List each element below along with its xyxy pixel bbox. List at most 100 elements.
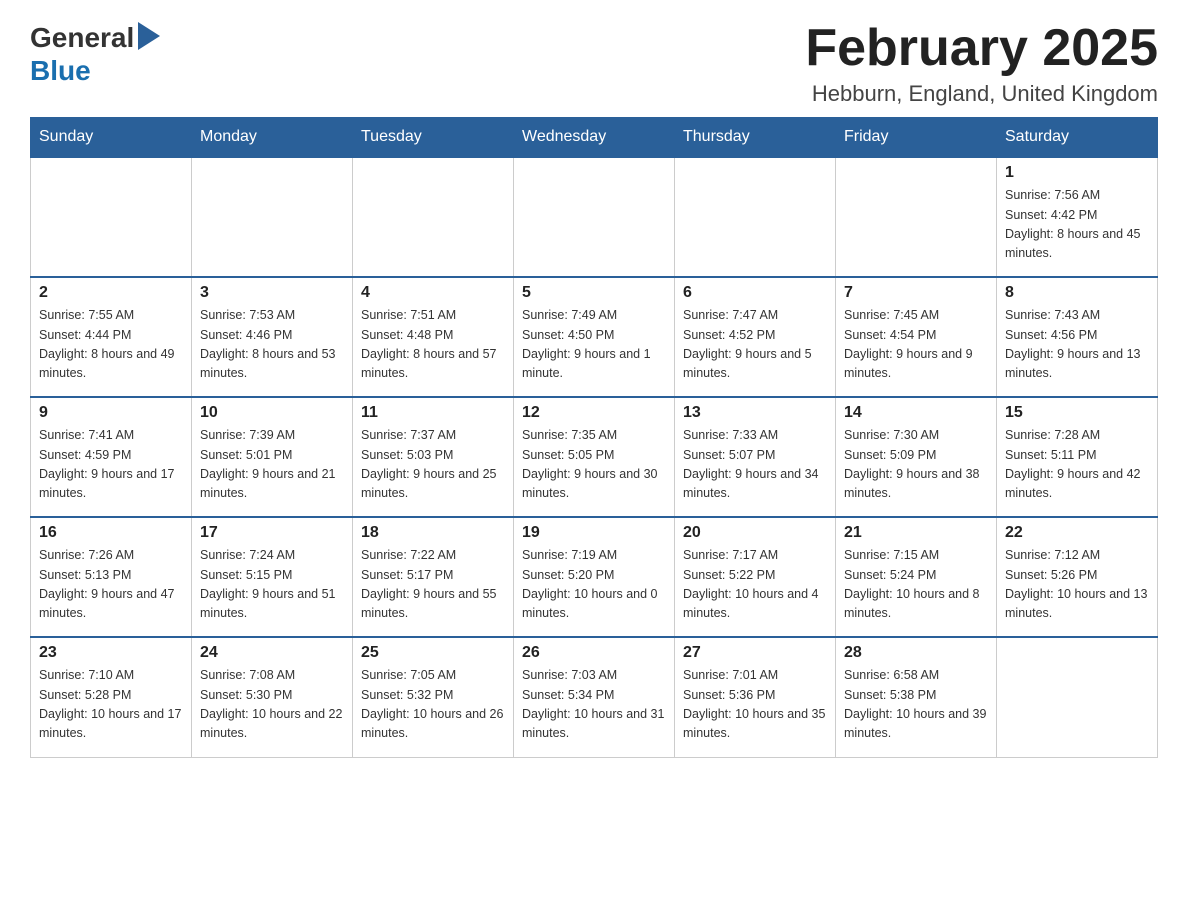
day-info: Sunrise: 7:24 AMSunset: 5:15 PMDaylight:…	[200, 546, 344, 624]
calendar-day-cell: 22 Sunrise: 7:12 AMSunset: 5:26 PMDayligh…	[997, 517, 1158, 637]
day-info: Sunrise: 7:56 AMSunset: 4:42 PMDaylight:…	[1005, 186, 1149, 264]
day-number: 3	[200, 284, 344, 302]
day-number: 26	[522, 644, 666, 662]
day-info: Sunrise: 7:33 AMSunset: 5:07 PMDaylight:…	[683, 426, 827, 504]
calendar-day-cell: 6 Sunrise: 7:47 AMSunset: 4:52 PMDaylight…	[675, 277, 836, 397]
calendar-day-cell: 15 Sunrise: 7:28 AMSunset: 5:11 PMDayligh…	[997, 397, 1158, 517]
logo-blue: Blue	[30, 55, 91, 87]
calendar-day-cell: 7 Sunrise: 7:45 AMSunset: 4:54 PMDaylight…	[836, 277, 997, 397]
calendar-day-cell: 20 Sunrise: 7:17 AMSunset: 5:22 PMDayligh…	[675, 517, 836, 637]
day-number: 6	[683, 284, 827, 302]
calendar-day-cell: 18Sunrise: 7:22 AMSunset: 5:17 PMDayligh…	[353, 517, 514, 637]
day-info: Sunrise: 7:51 AMSunset: 4:48 PMDaylight:…	[361, 306, 505, 384]
calendar-day-cell: 2 Sunrise: 7:55 AMSunset: 4:44 PMDaylight…	[31, 277, 192, 397]
day-info: Sunrise: 7:55 AMSunset: 4:44 PMDaylight:…	[39, 306, 183, 384]
day-number: 12	[522, 404, 666, 422]
page-header: General Blue February 2025 Hebburn, Engl…	[30, 20, 1158, 107]
calendar-week-row: 16 Sunrise: 7:26 AMSunset: 5:13 PMDayligh…	[31, 517, 1158, 637]
calendar-day-cell	[514, 157, 675, 277]
day-number: 27	[683, 644, 827, 662]
calendar-week-row: 9 Sunrise: 7:41 AMSunset: 4:59 PMDaylight…	[31, 397, 1158, 517]
calendar-header-monday: Monday	[192, 118, 353, 158]
calendar-day-cell: 21Sunrise: 7:15 AMSunset: 5:24 PMDayligh…	[836, 517, 997, 637]
day-info: Sunrise: 7:08 AMSunset: 5:30 PMDaylight:…	[200, 666, 344, 744]
calendar-day-cell: 3 Sunrise: 7:53 AMSunset: 4:46 PMDaylight…	[192, 277, 353, 397]
day-info: Sunrise: 7:37 AMSunset: 5:03 PMDaylight:…	[361, 426, 505, 504]
calendar-header-friday: Friday	[836, 118, 997, 158]
day-number: 22	[1005, 524, 1149, 542]
month-title: February 2025	[805, 20, 1158, 77]
calendar-day-cell: 23Sunrise: 7:10 AMSunset: 5:28 PMDayligh…	[31, 637, 192, 757]
day-number: 15	[1005, 404, 1149, 422]
day-info: Sunrise: 7:39 AMSunset: 5:01 PMDaylight:…	[200, 426, 344, 504]
day-info: Sunrise: 7:15 AMSunset: 5:24 PMDaylight:…	[844, 546, 988, 624]
day-number: 10	[200, 404, 344, 422]
calendar-day-cell: 4 Sunrise: 7:51 AMSunset: 4:48 PMDaylight…	[353, 277, 514, 397]
day-info: Sunrise: 7:17 AMSunset: 5:22 PMDaylight:…	[683, 546, 827, 624]
calendar-day-cell: 16 Sunrise: 7:26 AMSunset: 5:13 PMDayligh…	[31, 517, 192, 637]
calendar-day-cell: 26 Sunrise: 7:03 AMSunset: 5:34 PMDayligh…	[514, 637, 675, 757]
day-number: 16	[39, 524, 183, 542]
day-number: 1	[1005, 164, 1149, 182]
calendar-day-cell: 24 Sunrise: 7:08 AMSunset: 5:30 PMDayligh…	[192, 637, 353, 757]
day-info: Sunrise: 7:43 AMSunset: 4:56 PMDaylight:…	[1005, 306, 1149, 384]
day-info: Sunrise: 7:45 AMSunset: 4:54 PMDaylight:…	[844, 306, 988, 384]
day-info: Sunrise: 6:58 AMSunset: 5:38 PMDaylight:…	[844, 666, 988, 744]
day-number: 9	[39, 404, 183, 422]
calendar-day-cell: 9 Sunrise: 7:41 AMSunset: 4:59 PMDaylight…	[31, 397, 192, 517]
day-info: Sunrise: 7:41 AMSunset: 4:59 PMDaylight:…	[39, 426, 183, 504]
day-number: 2	[39, 284, 183, 302]
calendar-week-row: 2 Sunrise: 7:55 AMSunset: 4:44 PMDaylight…	[31, 277, 1158, 397]
calendar-day-cell: 12 Sunrise: 7:35 AMSunset: 5:05 PMDayligh…	[514, 397, 675, 517]
calendar-week-row: 23Sunrise: 7:10 AMSunset: 5:28 PMDayligh…	[31, 637, 1158, 757]
calendar-day-cell: 10 Sunrise: 7:39 AMSunset: 5:01 PMDayligh…	[192, 397, 353, 517]
calendar-week-row: 1 Sunrise: 7:56 AMSunset: 4:42 PMDaylight…	[31, 157, 1158, 277]
calendar-day-cell: 27 Sunrise: 7:01 AMSunset: 5:36 PMDayligh…	[675, 637, 836, 757]
calendar-day-cell: 13Sunrise: 7:33 AMSunset: 5:07 PMDayligh…	[675, 397, 836, 517]
day-number: 4	[361, 284, 505, 302]
day-info: Sunrise: 7:28 AMSunset: 5:11 PMDaylight:…	[1005, 426, 1149, 504]
calendar-day-cell	[997, 637, 1158, 757]
calendar-day-cell: 5Sunrise: 7:49 AMSunset: 4:50 PMDaylight…	[514, 277, 675, 397]
logo: General Blue	[30, 20, 160, 87]
calendar-header-wednesday: Wednesday	[514, 118, 675, 158]
day-info: Sunrise: 7:53 AMSunset: 4:46 PMDaylight:…	[200, 306, 344, 384]
day-info: Sunrise: 7:30 AMSunset: 5:09 PMDaylight:…	[844, 426, 988, 504]
calendar-header-tuesday: Tuesday	[353, 118, 514, 158]
location-title: Hebburn, England, United Kingdom	[805, 81, 1158, 107]
day-number: 8	[1005, 284, 1149, 302]
day-number: 28	[844, 644, 988, 662]
calendar-day-cell	[836, 157, 997, 277]
day-info: Sunrise: 7:12 AMSunset: 5:26 PMDaylight:…	[1005, 546, 1149, 624]
title-block: February 2025 Hebburn, England, United K…	[805, 20, 1158, 107]
day-number: 19	[522, 524, 666, 542]
day-info: Sunrise: 7:10 AMSunset: 5:28 PMDaylight:…	[39, 666, 183, 744]
day-number: 5	[522, 284, 666, 302]
day-number: 7	[844, 284, 988, 302]
calendar-day-cell	[353, 157, 514, 277]
calendar-table: SundayMondayTuesdayWednesdayThursdayFrid…	[30, 117, 1158, 758]
day-number: 14	[844, 404, 988, 422]
day-info: Sunrise: 7:22 AMSunset: 5:17 PMDaylight:…	[361, 546, 505, 624]
logo-triangle-icon	[138, 22, 160, 50]
day-number: 24	[200, 644, 344, 662]
day-info: Sunrise: 7:35 AMSunset: 5:05 PMDaylight:…	[522, 426, 666, 504]
calendar-day-cell: 14 Sunrise: 7:30 AMSunset: 5:09 PMDayligh…	[836, 397, 997, 517]
day-number: 20	[683, 524, 827, 542]
day-info: Sunrise: 7:26 AMSunset: 5:13 PMDaylight:…	[39, 546, 183, 624]
day-info: Sunrise: 7:03 AMSunset: 5:34 PMDaylight:…	[522, 666, 666, 744]
calendar-header-sunday: Sunday	[31, 118, 192, 158]
calendar-day-cell	[192, 157, 353, 277]
calendar-day-cell	[675, 157, 836, 277]
calendar-header-row: SundayMondayTuesdayWednesdayThursdayFrid…	[31, 118, 1158, 158]
calendar-day-cell: 28 Sunrise: 6:58 AMSunset: 5:38 PMDayligh…	[836, 637, 997, 757]
calendar-day-cell: 25Sunrise: 7:05 AMSunset: 5:32 PMDayligh…	[353, 637, 514, 757]
calendar-header-thursday: Thursday	[675, 118, 836, 158]
calendar-day-cell	[31, 157, 192, 277]
calendar-day-cell: 17Sunrise: 7:24 AMSunset: 5:15 PMDayligh…	[192, 517, 353, 637]
calendar-day-cell: 19Sunrise: 7:19 AMSunset: 5:20 PMDayligh…	[514, 517, 675, 637]
day-number: 11	[361, 404, 505, 422]
day-info: Sunrise: 7:47 AMSunset: 4:52 PMDaylight:…	[683, 306, 827, 384]
day-info: Sunrise: 7:05 AMSunset: 5:32 PMDaylight:…	[361, 666, 505, 744]
day-info: Sunrise: 7:01 AMSunset: 5:36 PMDaylight:…	[683, 666, 827, 744]
